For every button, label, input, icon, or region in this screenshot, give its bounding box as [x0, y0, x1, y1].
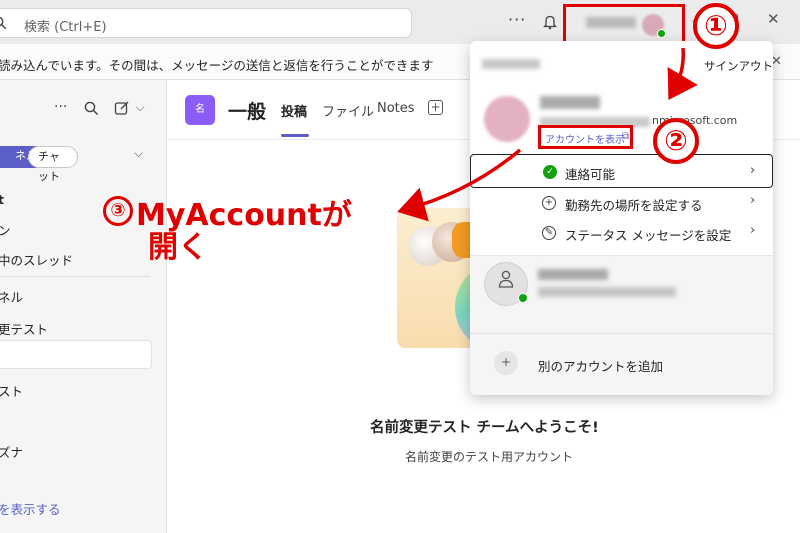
add-tab-icon[interactable]: +	[428, 100, 443, 115]
account-popup: サインアウト nmicrosoft.com アカウントを表示 ⧉ ✓ 連絡可能 …	[470, 41, 773, 395]
search-box[interactable]: 検索 (Ctrl+E)	[0, 8, 412, 38]
location-plus-icon: +	[542, 196, 556, 210]
divider	[0, 276, 150, 277]
compose-icon[interactable]	[114, 100, 130, 116]
banner-text: 読み込んでいます。その間は、メッセージの送信と返信を行うことができます	[0, 58, 434, 73]
other-account-email-redacted	[538, 287, 676, 297]
set-work-location-item[interactable]: 勤務先の場所を設定する	[565, 195, 703, 214]
status-selector[interactable]	[470, 154, 773, 188]
list-item[interactable]: t	[0, 192, 4, 207]
avatar	[484, 96, 530, 142]
filter-chat-pill[interactable]: チャット	[28, 146, 78, 183]
selected-channel-item[interactable]	[0, 340, 152, 369]
more-options-icon[interactable]: ···	[508, 10, 526, 29]
view-account-label[interactable]: アカウントを表示	[545, 131, 625, 146]
chevron-down-icon[interactable]: ⌵	[136, 101, 144, 115]
close-icon[interactable]: ✕	[767, 10, 780, 28]
channel-title: 一般	[228, 101, 267, 123]
chevron-right-icon: ›	[750, 163, 756, 178]
search-icon	[0, 16, 7, 30]
add-account-button[interactable]: 別のアカウントを追加	[538, 356, 663, 375]
divider	[470, 333, 773, 334]
sign-out-link[interactable]: サインアウト	[704, 58, 773, 74]
tab-files[interactable]: ファイル	[322, 101, 374, 120]
search-icon[interactable]	[84, 101, 99, 116]
tab-posts[interactable]: 投稿	[281, 101, 307, 120]
search-input[interactable]: 検索 (Ctrl+E)	[24, 16, 107, 35]
list-item[interactable]: ズナ	[0, 442, 23, 461]
org-name-redacted	[482, 59, 540, 69]
list-item[interactable]: 更テスト	[0, 319, 48, 338]
chevron-right-icon: ›	[750, 193, 756, 208]
external-link-icon: ⧉	[622, 131, 630, 142]
other-account-name-redacted	[538, 269, 608, 280]
status-label[interactable]: 連絡可能	[565, 164, 615, 183]
list-item[interactable]: スト	[0, 381, 23, 400]
user-name-redacted	[540, 96, 600, 109]
chevron-down-icon[interactable]: ⌵	[134, 146, 143, 161]
profile-name-redacted	[586, 17, 636, 28]
show-more-link[interactable]: を表示する	[0, 499, 61, 518]
active-tab-indicator	[281, 134, 309, 137]
annotation-step-2: ②	[653, 118, 699, 164]
presence-available-icon	[657, 29, 666, 38]
title-bar: 検索 (Ctrl+E) ··· — ✕	[0, 0, 800, 50]
person-icon	[498, 270, 514, 288]
tab-notes[interactable]: Notes	[377, 101, 415, 116]
pencil-icon: ✎	[542, 226, 556, 240]
welcome-title: 名前変更テスト チームへようこそ!	[370, 420, 599, 436]
bell-icon[interactable]	[543, 14, 557, 30]
list-item[interactable]: ン	[0, 220, 11, 239]
more-icon[interactable]: ···	[54, 99, 67, 115]
status-available-icon: ✓	[543, 165, 557, 179]
add-person-icon[interactable]: +	[494, 351, 518, 375]
annotation-text: 開く	[148, 230, 208, 265]
team-avatar: 名	[185, 95, 215, 125]
set-status-message-item[interactable]: ステータス メッセージを設定	[565, 225, 731, 244]
list-item[interactable]: 中のスレッド	[0, 250, 73, 269]
annotation-step-3: ③	[103, 196, 133, 226]
annotation-step-1: ①	[693, 3, 739, 49]
list-item[interactable]: ネル	[0, 287, 23, 306]
chevron-right-icon: ›	[750, 223, 756, 238]
view-account-link[interactable]: アカウントを表示	[538, 125, 633, 149]
welcome-subtitle: 名前変更のテスト用アカウント	[405, 450, 574, 464]
presence-available-icon	[518, 293, 528, 303]
